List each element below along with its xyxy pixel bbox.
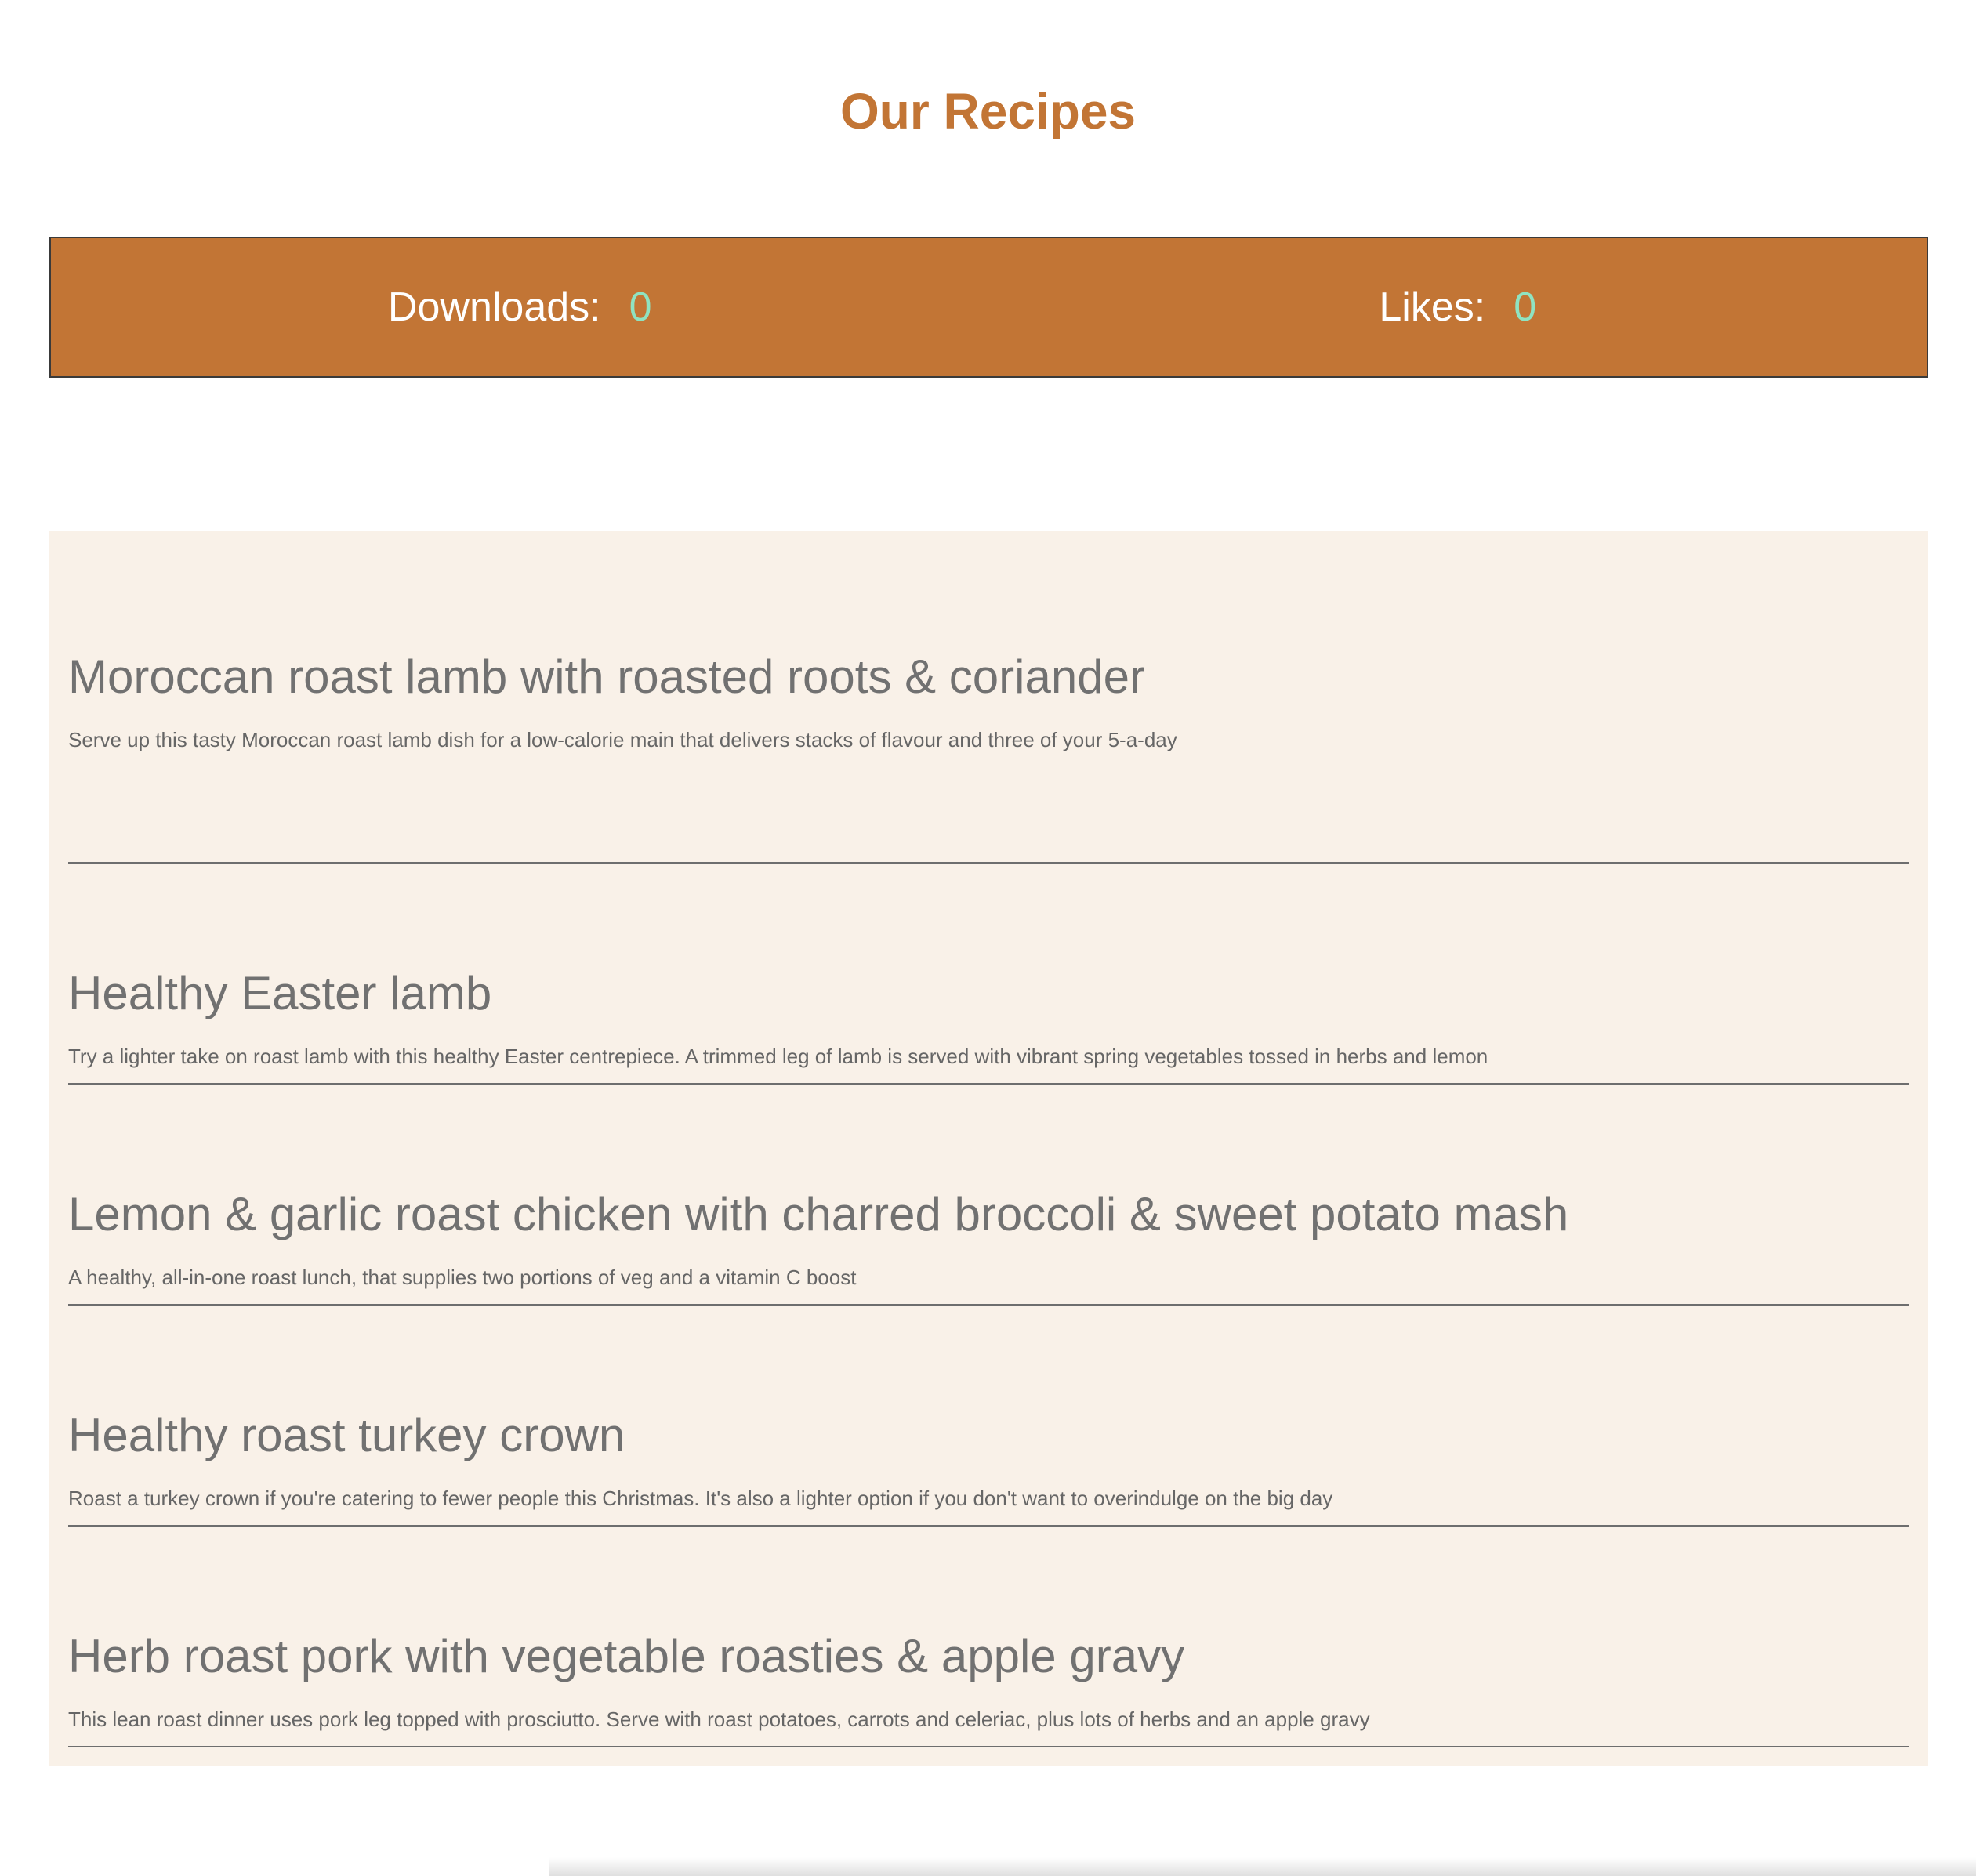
recipe-description: Roast a turkey crown if you're catering … xyxy=(68,1487,1333,1510)
likes-count: 0 xyxy=(1514,284,1537,330)
recipe-title[interactable]: Moroccan roast lamb with roasted roots &… xyxy=(68,646,1909,708)
recipe-description: This lean roast dinner uses pork leg top… xyxy=(68,1708,1370,1731)
recipe-item[interactable]: Lemon & garlic roast chicken with charre… xyxy=(68,1086,1909,1306)
recipe-item[interactable]: Moroccan roast lamb with roasted roots &… xyxy=(68,646,1909,864)
recipe-title[interactable]: Healthy Easter lamb xyxy=(68,865,1909,1025)
page-title: Our Recipes xyxy=(839,83,1137,139)
recipe-item[interactable]: Healthy roast turkey crown Roast a turke… xyxy=(68,1307,1909,1527)
stats-bar: Downloads: 0 Likes: 0 xyxy=(49,237,1928,378)
recipe-list: Moroccan roast lamb with roasted roots &… xyxy=(49,531,1928,1766)
recipe-item[interactable]: Herb roast pork with vegetable roasties … xyxy=(68,1528,1909,1747)
recipe-title[interactable]: Herb roast pork with vegetable roasties … xyxy=(68,1528,1909,1688)
recipe-item[interactable]: Healthy Easter lamb Try a lighter take o… xyxy=(68,865,1909,1085)
page: Our Recipes Downloads: 0 Likes: 0 Morocc… xyxy=(0,0,1976,1876)
recipe-description: Serve up this tasty Moroccan roast lamb … xyxy=(68,728,1177,751)
recipe-description: A healthy, all-in-one roast lunch, that … xyxy=(68,1266,857,1289)
likes-label: Likes: xyxy=(1379,284,1486,330)
likes-stat: Likes: 0 xyxy=(989,284,1927,331)
bottom-shadow xyxy=(549,1857,1976,1876)
recipe-title[interactable]: Lemon & garlic roast chicken with charre… xyxy=(68,1086,1909,1246)
downloads-label: Downloads: xyxy=(387,284,601,330)
downloads-count: 0 xyxy=(629,284,652,330)
downloads-stat: Downloads: 0 xyxy=(51,284,989,331)
recipe-description: Try a lighter take on roast lamb with th… xyxy=(68,1045,1488,1068)
recipe-title[interactable]: Healthy roast turkey crown xyxy=(68,1307,1909,1467)
